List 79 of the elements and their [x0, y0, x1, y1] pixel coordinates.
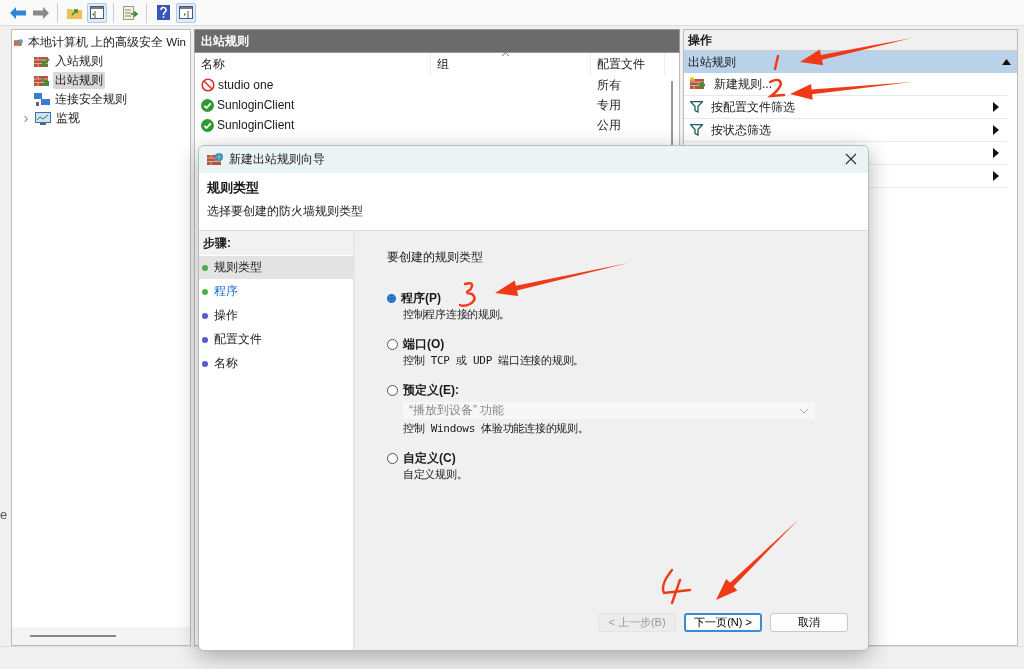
- prompt-text: 要创建的规则类型: [387, 249, 484, 266]
- back-arrow-icon: [10, 6, 26, 19]
- rule-name: SunloginClient: [216, 98, 295, 112]
- tree-item[interactable]: 入站规则: [52, 53, 105, 70]
- step-item[interactable]: 名称: [199, 352, 353, 375]
- computers-icon: [33, 92, 50, 107]
- page-heading: 规则类型: [207, 179, 260, 197]
- handwritten-mark: [458, 282, 476, 307]
- table-cell: 所有: [596, 76, 621, 94]
- help-icon: [156, 5, 170, 20]
- action-link[interactable]: 按状态筛选: [711, 121, 985, 139]
- firewall-globe-icon: [207, 152, 223, 167]
- step-item[interactable]: 操作: [199, 304, 353, 327]
- check-icon: [200, 118, 214, 132]
- monitor-icon: [34, 111, 51, 126]
- handwritten-mark: [768, 78, 786, 98]
- tree-item[interactable]: 出站规则: [52, 72, 105, 89]
- new-rule-icon: [690, 77, 706, 91]
- option-description: 控制 TCP 或 UDP 端口连接的规则。: [402, 353, 585, 368]
- option-label[interactable]: 端口(O): [403, 336, 445, 353]
- option-description: 控制程序连接的规则。: [402, 307, 511, 322]
- panel-title: 出站规则: [193, 29, 680, 53]
- section-header[interactable]: 出站规则: [684, 51, 1017, 73]
- forward-arrow-icon: [33, 6, 49, 19]
- submenu-arrow-icon[interactable]: [993, 102, 999, 112]
- close-icon[interactable]: [845, 153, 857, 165]
- option-description: 自定义规则。: [402, 467, 469, 482]
- option-label[interactable]: 预定义(E):: [403, 382, 459, 399]
- radio-button[interactable]: [387, 385, 398, 396]
- column-header[interactable]: 名称: [194, 53, 431, 75]
- sort-caret-icon: [500, 51, 510, 57]
- dialog-title: 新建出站规则向导: [229, 151, 326, 168]
- tree-item[interactable]: 连接安全规则: [52, 91, 129, 108]
- rule-name: SunloginClient: [216, 118, 295, 132]
- table-cell: 专用: [596, 96, 621, 114]
- column-header[interactable]: 配置文件: [590, 53, 665, 75]
- step-item[interactable]: 规则类型: [199, 256, 353, 279]
- filter-icon: [690, 101, 703, 113]
- tree-item[interactable]: 本地计算机 上的高级安全 Win: [25, 34, 188, 51]
- step-item[interactable]: 程序: [199, 280, 353, 303]
- scrollbar-thumb[interactable]: [29, 635, 116, 637]
- pane-icon: [90, 6, 104, 19]
- chevron-down-icon: [799, 407, 809, 414]
- pane-icon: [179, 6, 193, 19]
- submenu-arrow-icon[interactable]: [993, 171, 999, 181]
- blocked-icon: [200, 78, 215, 92]
- radio-button[interactable]: [387, 294, 396, 303]
- table-cell: 公用: [596, 116, 621, 134]
- inbound-rules-icon: [33, 54, 50, 69]
- cut-off-text: e: [0, 507, 8, 522]
- submenu-arrow-icon[interactable]: [993, 125, 999, 135]
- dialog-button[interactable]: 下一页(N) >: [684, 613, 762, 632]
- rule-name: studio one: [217, 78, 274, 92]
- action-link[interactable]: 新建规则...: [714, 75, 999, 93]
- toolbar-button[interactable]: [176, 2, 196, 23]
- handwritten-mark: [661, 568, 692, 605]
- export-list-icon: [122, 5, 138, 20]
- radio-button[interactable]: [387, 339, 398, 350]
- option-description: 控制 Windows 体验功能连接的规则。: [402, 421, 590, 436]
- radio-button[interactable]: [387, 453, 398, 464]
- column-header[interactable]: 组: [430, 53, 591, 75]
- tree-item[interactable]: 监视: [53, 110, 82, 127]
- folder-icon: [66, 6, 82, 19]
- collapse-triangle-icon: [1002, 59, 1011, 65]
- check-icon: [200, 98, 214, 112]
- filter-icon: [690, 124, 703, 136]
- dialog-button[interactable]: 取消: [770, 613, 848, 632]
- step-item[interactable]: 配置文件: [199, 328, 353, 351]
- scrollbar-thumb[interactable]: [671, 81, 673, 145]
- handwritten-mark: [773, 54, 780, 71]
- option-label[interactable]: 程序(P): [401, 290, 441, 307]
- steps-title: 步骤:: [199, 231, 353, 255]
- action-link[interactable]: 按配置文件筛选: [711, 98, 985, 116]
- option-label[interactable]: 自定义(C): [403, 450, 456, 467]
- submenu-arrow-icon[interactable]: [993, 148, 999, 158]
- outbound-rules-icon: [33, 73, 50, 88]
- page-description: 选择要创建的防火墙规则类型: [207, 203, 364, 220]
- toolbar-button[interactable]: [87, 2, 107, 23]
- panel-title: 操作: [684, 30, 1017, 51]
